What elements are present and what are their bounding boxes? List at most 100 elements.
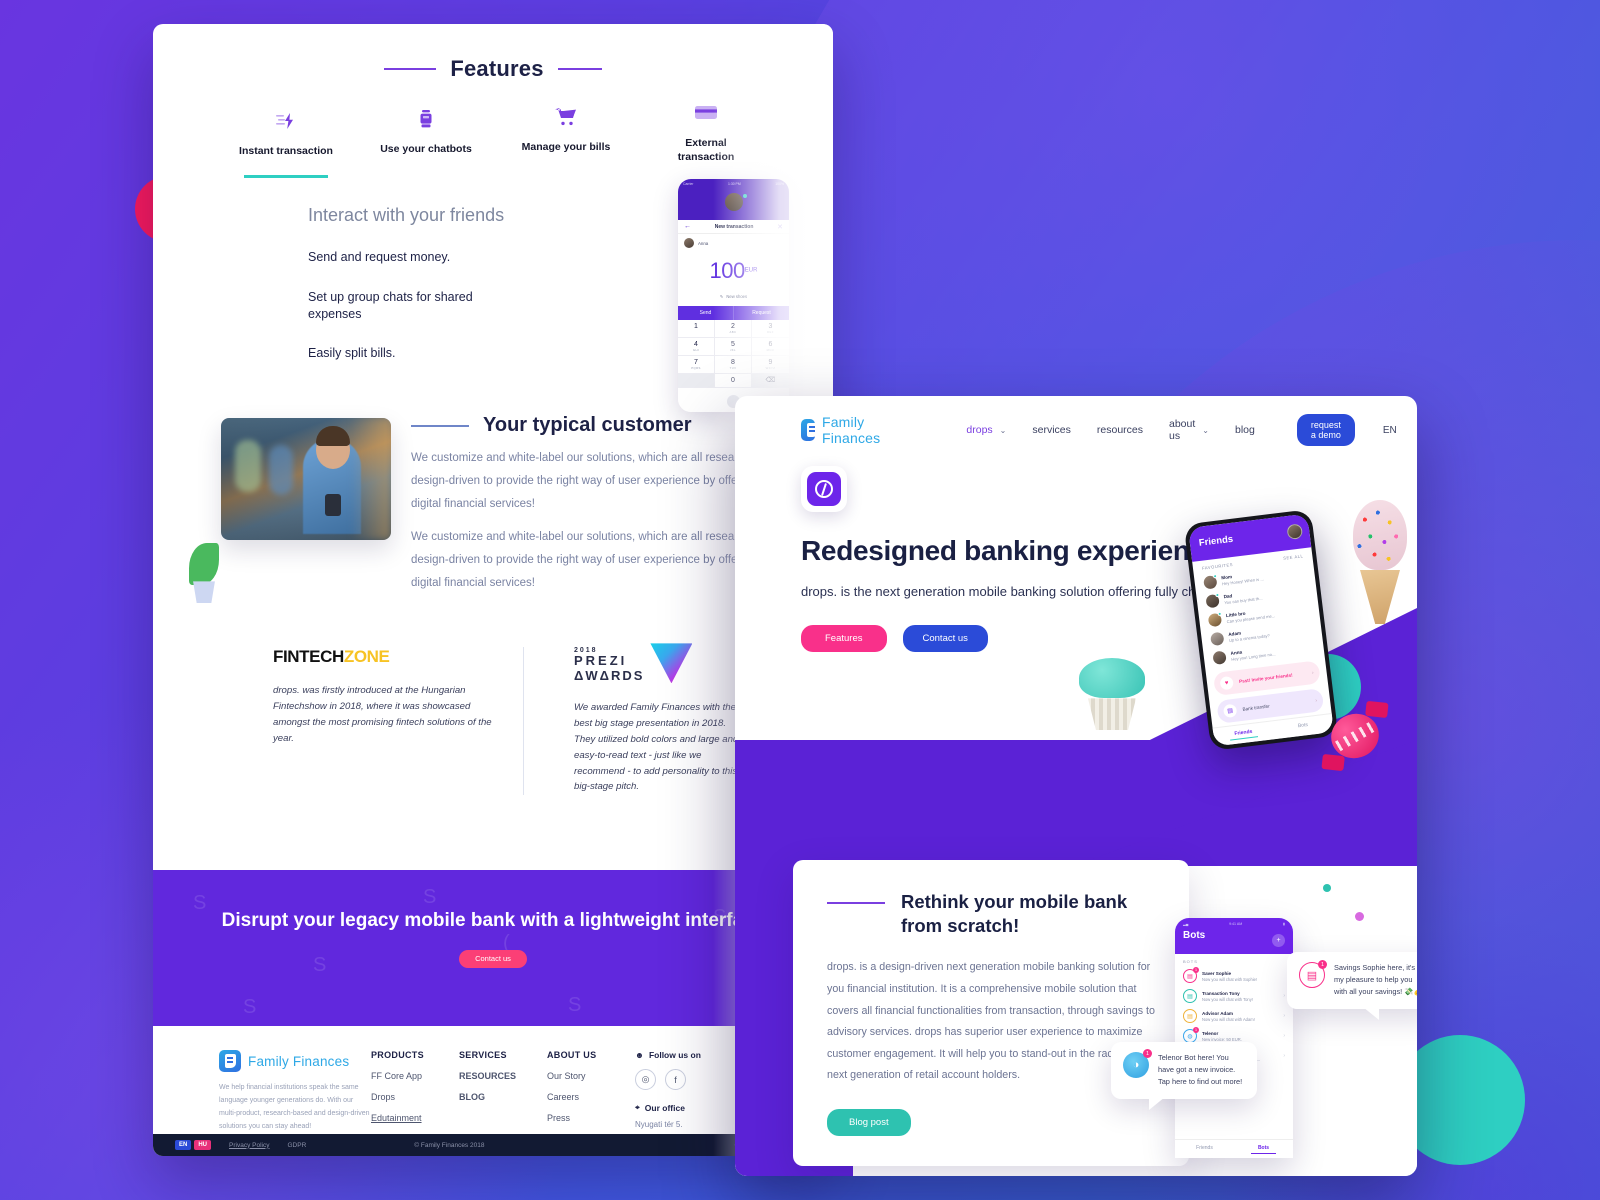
footer-link[interactable]: Careers [547, 1092, 635, 1102]
lightning-lines-icon [238, 108, 334, 134]
signal-icon: ▂▄ [1183, 922, 1189, 926]
keypad-backspace[interactable]: ⌫ [752, 374, 789, 388]
nav-item-resources[interactable]: resources [1097, 424, 1143, 436]
bots-time: 9:41 AM [1229, 922, 1243, 926]
nav-item-drops[interactable]: drops ⌄ [966, 424, 1006, 436]
phone-amount: 100EUR [678, 252, 789, 294]
nav-brand[interactable]: Family Finances [801, 414, 888, 446]
footer-brand-name: Family Finances [248, 1053, 350, 1069]
phone-time: 1:30 PM [728, 181, 741, 186]
bank-icon: ▤ [1222, 703, 1238, 719]
key-number: 4 [694, 341, 698, 348]
keypad-key[interactable]: 0 [715, 374, 752, 388]
footer-link[interactable]: Our Story [547, 1071, 635, 1081]
tab-friends[interactable]: Friends [1213, 721, 1275, 746]
footer-link[interactable]: BLOG [459, 1092, 547, 1102]
back-arrow-icon[interactable]: ← [684, 223, 691, 230]
bot-list-item[interactable]: ▤ Transaction Tony Now you will chat wit… [1175, 986, 1293, 1006]
contact-us-button[interactable]: Contact us [902, 625, 988, 653]
gdpr-link[interactable]: GDPR [287, 1142, 306, 1149]
typical-customer-section: Your typical customer We customize and w… [153, 408, 833, 604]
feature-tab-external-transaction[interactable]: External transaction [658, 100, 754, 178]
bubble-badge: 1 [1318, 960, 1327, 969]
request-a-demo-button[interactable]: request a demo [1296, 414, 1355, 446]
shopping-cart-icon [518, 104, 614, 130]
key-number: 5 [731, 341, 735, 348]
keypad-key[interactable]: 3 DEF [752, 320, 789, 338]
nav-item-about-us[interactable]: about us ⌄ [1169, 418, 1209, 442]
contact-avatar [684, 238, 694, 248]
tab-friends[interactable]: Friends [1175, 1140, 1234, 1158]
bots-phone-mock: ▂▄ 9:41 AM ▮ Bots + BOTS ▤ 1 Saver Sophie… [1175, 918, 1293, 1158]
keypad-key[interactable]: 9 WXYZ [752, 356, 789, 374]
feature-tab-label: Manage your bills [521, 141, 611, 153]
feature-tab-manage-bills[interactable]: Manage your bills [518, 104, 614, 178]
key-letters: WXYZ [765, 366, 776, 370]
facebook-icon[interactable]: f [665, 1069, 686, 1090]
telenor-avatar-icon: ◑ 1 [1123, 1049, 1152, 1078]
drops-app-icon [801, 466, 847, 512]
tab-bots[interactable]: Bots [1234, 1140, 1293, 1158]
send-button[interactable]: Send [678, 306, 734, 320]
send-request-toggle[interactable]: Send Request [678, 306, 789, 320]
keypad-key[interactable]: 8 TUV [715, 356, 752, 374]
footer-link[interactable]: Drops [371, 1092, 459, 1102]
rule-purple [827, 902, 885, 904]
nav-item-services[interactable]: services [1032, 424, 1071, 436]
keypad-key[interactable]: 4 GHI [678, 338, 715, 356]
keypad-key[interactable]: 5 JKL [715, 338, 752, 356]
key-letters: GHI [692, 348, 700, 352]
numeric-keypad[interactable]: 1 2 ABC 3 DEF 4 GHI 5 JKL 6 MNO 7 PQRS 8 TUV 9W… [678, 320, 789, 388]
bot-list-item[interactable]: ▤ 1 Saver Sophie Now you will chat with S… [1175, 966, 1293, 986]
feature-tab-instant-transaction[interactable]: Instant transaction [238, 108, 334, 179]
tab-bots[interactable]: Bots [1272, 714, 1334, 739]
feature-tab-chatbots[interactable]: Use your chatbots [378, 106, 474, 178]
bots-header: ▂▄ 9:41 AM ▮ Bots + [1175, 918, 1293, 954]
office-text: Our office [644, 1102, 685, 1113]
canvas: Features Instant transaction Use your ch… [0, 0, 1600, 1200]
chevron-right-icon: › [1311, 669, 1314, 676]
contact-us-button[interactable]: Contact us [459, 949, 527, 968]
keypad-key[interactable]: 6 MNO [752, 338, 789, 356]
nav-item-blog[interactable]: blog [1235, 424, 1255, 436]
prezi-triangle-icon [650, 643, 693, 684]
chevron-right-icon: › [1283, 1013, 1285, 1019]
family-finances-logo-icon [801, 419, 818, 441]
hero-title: Redesigned banking experience for all [801, 535, 1302, 566]
phone-note-row[interactable]: ✎ New shoes [678, 294, 789, 306]
bank-transfer-label: Bank transfer [1242, 703, 1270, 712]
add-bot-icon[interactable]: + [1272, 934, 1285, 947]
keypad-key[interactable]: 7 PQRS [678, 356, 715, 374]
phone-battery: 100% [775, 181, 784, 186]
keypad-key[interactable]: 2 ABC [715, 320, 752, 338]
bot-list-item[interactable]: ▤ Advisor Adam Now you will chat with Ad… [1175, 1006, 1293, 1026]
rethink-title: Rethink your mobile bank from scratch! [901, 891, 1128, 936]
rule-right [557, 68, 602, 70]
language-selector[interactable]: EN [1383, 425, 1397, 436]
features-title: Features [450, 56, 544, 81]
footer-link[interactable]: Press [547, 1113, 635, 1123]
lang-chip-hu[interactable]: HU [194, 1140, 212, 1150]
see-all-link[interactable]: SEE ALL [1283, 553, 1304, 560]
request-button[interactable]: Request [734, 306, 789, 320]
bot-name: Transaction Tony [1202, 990, 1240, 996]
friends-phone-mock: Friends FAVOURITES SEE ALL Mom Hey Honey… [1183, 509, 1339, 751]
copyright-text: © Family Finances 2018 [414, 1141, 485, 1149]
hero-subtitle: drops. is the next generation mobile ban… [801, 584, 1314, 600]
footer-link[interactable]: Edutainment [371, 1113, 459, 1123]
front-page-card: Family Finances drops ⌄ services resourc… [735, 396, 1417, 1176]
navbar: Family Finances drops ⌄ services resourc… [735, 396, 1417, 450]
footer-link[interactable]: RESOURCES [459, 1071, 547, 1081]
bots-tabbar: Friends Bots [1175, 1139, 1293, 1158]
instagram-icon[interactable]: ◎ [635, 1069, 656, 1090]
blog-post-button[interactable]: Blog post [827, 1109, 911, 1136]
features-button[interactable]: Features [801, 625, 887, 653]
privacy-policy-link[interactable]: Privacy Policy [229, 1142, 269, 1149]
close-icon[interactable]: ✕ [777, 223, 783, 231]
keypad-key[interactable]: 1 [678, 320, 715, 338]
lang-chip-en[interactable]: EN [175, 1140, 192, 1150]
decor-dot-teal [1323, 884, 1331, 892]
interact-bullet: Set up group chats for shared expenses [308, 289, 473, 321]
key-number: 9 [768, 359, 773, 366]
footer-link[interactable]: FF Core App [371, 1071, 459, 1081]
